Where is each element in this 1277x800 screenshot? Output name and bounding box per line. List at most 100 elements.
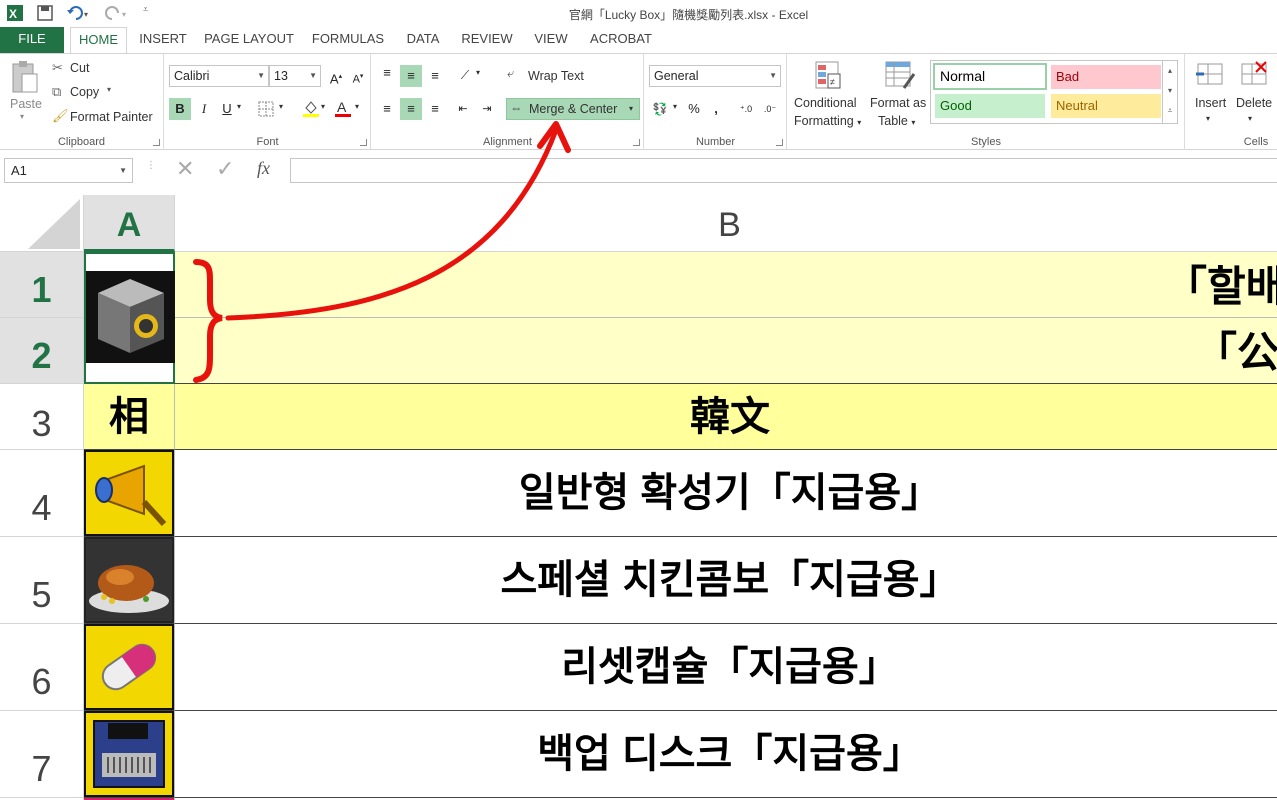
paste-dropdown-icon[interactable]: ▾	[20, 112, 24, 121]
select-all-button[interactable]	[0, 195, 84, 252]
fill-color-icon[interactable]	[301, 98, 321, 118]
paste-icon[interactable]	[10, 60, 40, 96]
underline-button[interactable]: U	[216, 98, 238, 120]
italic-button[interactable]: I	[193, 98, 215, 120]
row-header-6[interactable]: 6	[0, 624, 84, 711]
cell-a4[interactable]	[84, 450, 175, 537]
increase-indent-icon[interactable]: ⇥	[476, 98, 498, 120]
format-painter-button[interactable]: Format Painter	[70, 110, 153, 124]
cell-b6[interactable]: 리셋캡슐「지급용」	[175, 624, 1277, 711]
copy-button[interactable]: Copy	[70, 85, 99, 99]
insert-button[interactable]: Insert	[1195, 96, 1226, 110]
style-normal[interactable]: Normal	[933, 63, 1047, 90]
column-header-a[interactable]: A	[84, 195, 175, 252]
conditional-formatting-button[interactable]: Formatting ▾	[794, 114, 861, 128]
alignment-launcher-icon[interactable]	[633, 139, 640, 146]
tab-insert[interactable]: INSERT	[135, 27, 191, 53]
row-header-4[interactable]: 4	[0, 450, 84, 537]
tab-page-layout[interactable]: PAGE LAYOUT	[200, 27, 298, 53]
middle-align-icon[interactable]: ≡	[400, 65, 422, 87]
decrease-decimal-icon[interactable]: .0⁻	[759, 98, 781, 120]
number-format-select[interactable]: General ▼	[649, 65, 781, 87]
merge-center-button[interactable]: ⇔ Merge & Center ▾	[506, 98, 640, 120]
delete-cells-icon[interactable]	[1238, 60, 1270, 92]
tab-file[interactable]: FILE	[0, 27, 64, 53]
bold-button[interactable]: B	[169, 98, 191, 120]
clipboard-launcher-icon[interactable]	[153, 139, 160, 146]
cell-a1-merged[interactable]	[84, 252, 175, 384]
format-as-table-button[interactable]: Table ▾	[878, 114, 915, 128]
accounting-dropdown-icon[interactable]: ▾	[673, 102, 677, 111]
row-header-7[interactable]: 7	[0, 711, 84, 798]
align-center-icon[interactable]: ≡	[400, 98, 422, 120]
top-align-icon[interactable]: ≡	[376, 62, 398, 84]
cell-b7[interactable]: 백업 디스크「지급용」	[175, 711, 1277, 798]
style-bad[interactable]: Bad	[1051, 65, 1161, 89]
column-header-b[interactable]: B	[175, 195, 1277, 252]
fill-color-dropdown-icon[interactable]: ▾	[321, 102, 325, 111]
styles-scroll[interactable]: ▴ ▾ ⩡	[1162, 60, 1178, 124]
percent-button[interactable]: %	[683, 98, 705, 120]
cell-b1[interactable]: 「할배	[175, 252, 1277, 318]
cell-b2-text: 「公	[1195, 329, 1277, 376]
increase-decimal-icon[interactable]: ⁺.0	[735, 98, 757, 120]
cell-a7[interactable]	[84, 711, 175, 798]
merge-dropdown-icon[interactable]: ▾	[629, 104, 633, 113]
comma-button[interactable]: ,	[705, 98, 727, 120]
enter-icon[interactable]: ✓	[216, 156, 234, 182]
orientation-icon[interactable]: ⟋	[454, 64, 476, 86]
tab-formulas[interactable]: FORMULAS	[306, 27, 390, 53]
font-color-icon[interactable]: A	[333, 98, 353, 118]
cell-a6[interactable]	[84, 624, 175, 711]
wrap-text-button[interactable]: Wrap Text	[528, 69, 584, 83]
borders-icon[interactable]	[257, 100, 275, 118]
insert-dropdown-icon[interactable]: ▾	[1206, 114, 1210, 123]
tab-data[interactable]: DATA	[398, 27, 448, 53]
underline-dropdown-icon[interactable]: ▾	[237, 102, 241, 111]
cell-b2[interactable]: 「公	[175, 318, 1277, 384]
cell-b3[interactable]: 韓文	[175, 384, 1277, 450]
format-as-table-icon[interactable]	[884, 60, 916, 92]
tab-acrobat[interactable]: ACROBAT	[583, 27, 659, 53]
delete-dropdown-icon[interactable]: ▾	[1248, 114, 1252, 123]
paste-button[interactable]: Paste	[10, 97, 42, 111]
row-header-2[interactable]: 2	[0, 318, 84, 384]
style-good[interactable]: Good	[935, 94, 1045, 118]
row-header-1[interactable]: 1	[0, 252, 84, 318]
orientation-dropdown-icon[interactable]: ▾	[476, 68, 480, 77]
conditional-formatting-line1[interactable]: Conditional	[794, 96, 857, 110]
conditional-formatting-icon[interactable]: ≠	[814, 60, 844, 92]
tab-review[interactable]: REVIEW	[456, 27, 518, 53]
copy-dropdown-icon[interactable]: ▾	[107, 85, 111, 94]
row-header-3[interactable]: 3	[0, 384, 84, 450]
bottom-align-icon[interactable]: ≡	[424, 65, 446, 87]
accounting-format-icon[interactable]: 💱	[649, 98, 671, 120]
align-right-icon[interactable]: ≡	[424, 98, 446, 120]
shrink-font-icon[interactable]: A▾	[347, 66, 369, 88]
cancel-icon[interactable]: ✕	[176, 156, 194, 182]
formula-input[interactable]	[290, 158, 1277, 183]
tab-home[interactable]: HOME	[70, 27, 127, 54]
grow-font-icon[interactable]: A▴	[325, 66, 347, 88]
font-launcher-icon[interactable]	[360, 139, 367, 146]
cell-b4[interactable]: 일반형 확성기「지급용」	[175, 450, 1277, 537]
insert-function-button[interactable]: fx	[257, 158, 270, 179]
tab-view[interactable]: VIEW	[527, 27, 575, 53]
borders-dropdown-icon[interactable]: ▾	[279, 102, 283, 111]
cell-a3[interactable]: 相	[84, 384, 175, 450]
font-size-select[interactable]: 13 ▼	[269, 65, 321, 87]
number-launcher-icon[interactable]	[776, 139, 783, 146]
name-box[interactable]: A1 ▼	[4, 158, 133, 183]
format-as-table-line1[interactable]: Format as	[870, 96, 926, 110]
cell-b5[interactable]: 스페셜 치킨콤보「지급용」	[175, 537, 1277, 624]
decrease-indent-icon[interactable]: ⇤	[452, 98, 474, 120]
cell-a5[interactable]	[84, 537, 175, 624]
font-name-select[interactable]: Calibri ▼	[169, 65, 269, 87]
cut-button[interactable]: Cut	[70, 61, 89, 75]
insert-cells-icon[interactable]	[1194, 60, 1226, 92]
align-left-icon[interactable]: ≡	[376, 98, 398, 120]
font-color-dropdown-icon[interactable]: ▾	[355, 102, 359, 111]
delete-button[interactable]: Delete	[1236, 96, 1272, 110]
style-neutral[interactable]: Neutral	[1051, 94, 1161, 118]
row-header-5[interactable]: 5	[0, 537, 84, 624]
